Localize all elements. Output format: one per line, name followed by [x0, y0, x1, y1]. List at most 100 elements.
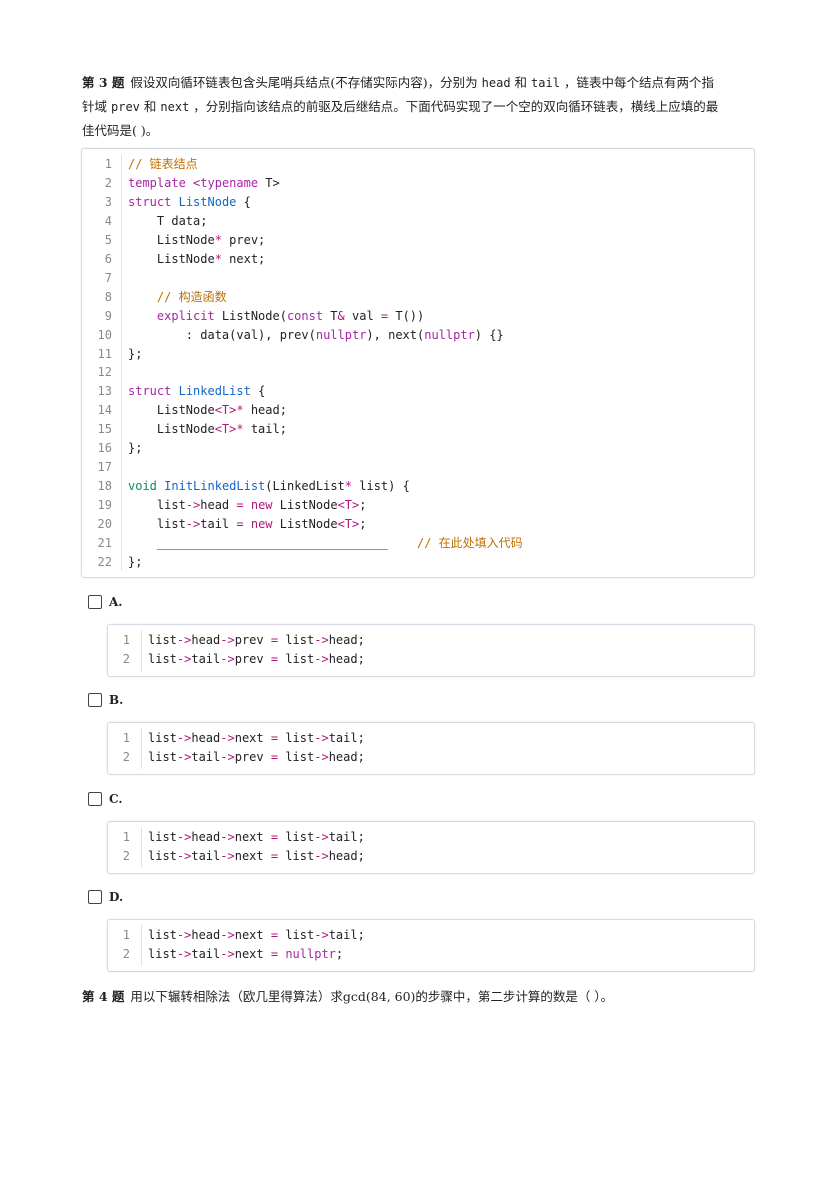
code-line: 9 explicit ListNode(const T& val = T())	[82, 307, 754, 326]
inline-code-next: next	[160, 100, 190, 114]
code-line: 21 ________________________________ // 在…	[82, 534, 754, 553]
code-token: ->	[220, 947, 235, 961]
code-line: 6 ListNode* next;	[82, 250, 754, 269]
code-token: list	[285, 849, 315, 863]
line-number: 3	[104, 194, 112, 209]
code-text: : data(val), prev(nullptr), next(nullptr…	[128, 326, 504, 345]
question-text: ，链表中每个结点有两个指	[563, 75, 714, 90]
code-token: ->	[314, 633, 329, 647]
code-token: next	[234, 947, 264, 961]
code-token: nullptr	[315, 327, 367, 342]
code-token: : data(val), prev(	[128, 327, 316, 342]
code-token: template	[128, 175, 186, 190]
code-token: list	[285, 731, 315, 745]
code-token: next	[234, 849, 264, 863]
code-token: head	[328, 750, 358, 764]
code-text: };	[128, 345, 142, 364]
code-token: head	[191, 633, 221, 647]
option-c-code-block: 1 list->head->next = list->tail; 2 list->ta…	[107, 821, 755, 874]
code-token: ;	[359, 517, 367, 532]
question-text: 针域	[82, 99, 108, 114]
code-line: 16};	[82, 439, 754, 458]
code-token: tail	[200, 517, 237, 532]
option-checkbox[interactable]	[88, 890, 102, 904]
code-line: 1 list->head->prev = list->head;	[108, 631, 754, 650]
code-token: nullptr	[424, 327, 475, 342]
code-token: next	[234, 928, 264, 942]
line-number: 1	[122, 830, 130, 844]
question-4-text: 第 4 题用以下辗转相除法（欧几里得算法）求gcd(84, 60)的步骤中，第二…	[82, 985, 754, 1008]
code-text: list->tail->prev = list->head;	[148, 650, 365, 669]
code-token: *	[214, 251, 222, 266]
line-number: 2	[122, 849, 130, 863]
code-token: list) {	[352, 479, 410, 494]
question-number: 第 3 题	[82, 75, 125, 90]
line-number: 21	[97, 536, 112, 550]
code-token: ->	[314, 652, 329, 666]
code-token: list	[285, 750, 315, 764]
line-number: 8	[104, 289, 112, 304]
code-line: 7	[82, 269, 754, 288]
question-3-text: 第 3 题假设双向循环链表包含头尾哨兵结点(不存储实际内容)，分别为 head …	[82, 71, 754, 142]
code-token: {	[236, 194, 251, 209]
option-b-code-block: 1 list->head->next = list->tail; 2 list->ta…	[107, 722, 755, 775]
option-checkbox[interactable]	[88, 595, 102, 609]
code-text: };	[128, 553, 142, 572]
code-token: head	[191, 731, 221, 745]
option-d-code-block: 1 list->head->next = list->tail; 2 list->ta…	[107, 919, 755, 972]
option-checkbox[interactable]	[88, 693, 102, 707]
code-text: ________________________________ // 在此处填…	[128, 534, 523, 553]
line-number: 9	[104, 308, 112, 323]
code-line: 22};	[82, 553, 754, 572]
code-line: 1 list->head->next = list->tail;	[108, 729, 754, 748]
code-token: ->	[220, 731, 235, 745]
code-text: // 构造函数	[128, 288, 227, 307]
code-token: head	[191, 830, 221, 844]
code-text: struct ListNode {	[128, 193, 251, 212]
code-line: 4 T data;	[82, 212, 754, 231]
code-text: ListNode<T>* head;	[128, 401, 287, 420]
code-token: prev	[234, 652, 264, 666]
code-text: list->head->prev = list->head;	[148, 631, 365, 650]
code-token: ;	[357, 928, 365, 942]
code-token: ;	[357, 731, 365, 745]
line-number: 10	[97, 327, 112, 342]
code-token: list	[128, 498, 186, 513]
line-number: 1	[122, 633, 130, 647]
question-text: 和	[514, 75, 528, 90]
code-token: list	[148, 750, 177, 764]
inline-code-tail: tail	[531, 76, 560, 90]
code-line: 3 struct ListNode {	[82, 193, 754, 212]
option-checkbox[interactable]	[88, 792, 102, 806]
line-number: 20	[97, 517, 112, 532]
code-token: prev	[234, 633, 264, 647]
code-line: 2 list->tail->prev = list->head;	[108, 650, 754, 669]
code-token: ;	[335, 947, 344, 961]
code-token: ->	[220, 652, 235, 666]
code-line: 1 list->head->next = list->tail;	[108, 828, 754, 847]
question-number: 第 4 题	[82, 989, 125, 1004]
code-token: ->	[220, 750, 235, 764]
code-token: list	[285, 830, 315, 844]
code-token: head;	[243, 403, 287, 418]
code-token: ListNode	[128, 232, 215, 247]
code-text: T data;	[128, 212, 208, 231]
code-token: val	[344, 308, 381, 323]
line-number: 11	[97, 346, 112, 361]
code-token: ->	[176, 731, 192, 745]
code-token: =	[236, 498, 244, 513]
code-token: ->	[176, 750, 192, 764]
code-token: ->	[314, 750, 329, 764]
code-token: list	[128, 517, 186, 532]
code-token: list	[148, 652, 177, 666]
code-token: ->	[220, 849, 235, 863]
code-token: ListNode	[128, 251, 215, 266]
line-number: 15	[97, 422, 112, 437]
question-3-line-1: 第 3 题假设双向循环链表包含头尾哨兵结点(不存储实际内容)，分别为 head …	[82, 71, 754, 95]
code-token: list	[148, 947, 177, 961]
code-token: =	[270, 947, 279, 961]
code-token: tail;	[243, 422, 287, 437]
code-token: typename	[200, 175, 259, 190]
code-token: ->	[176, 633, 192, 647]
